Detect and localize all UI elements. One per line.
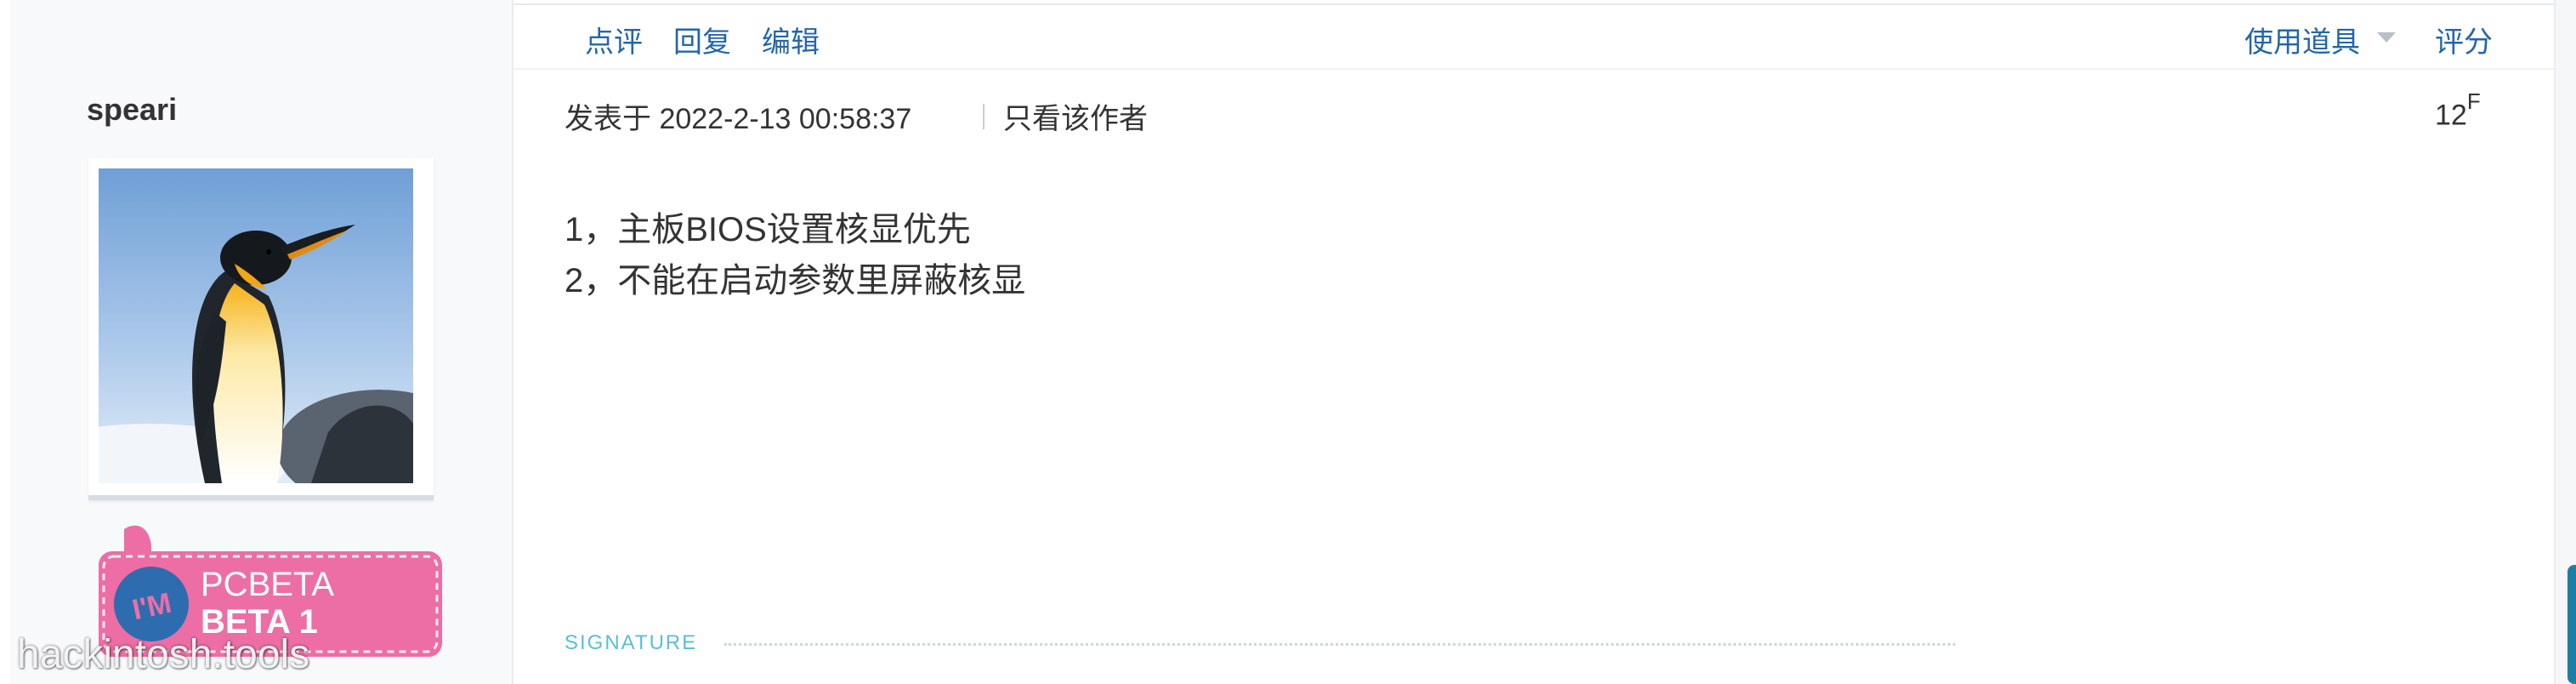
- rate-link[interactable]: 评分: [2435, 19, 2493, 60]
- post-page: speari I'M PCBETA BETA 1 hackintosh.tool…: [0, 0, 2576, 684]
- comment-link[interactable]: 点评: [585, 19, 643, 60]
- avatar[interactable]: [99, 168, 413, 483]
- penguin-avatar-image: [99, 168, 413, 483]
- badge-line1: PCBETA: [201, 566, 334, 603]
- use-tools-link[interactable]: 使用道具: [2244, 19, 2360, 60]
- chevron-down-icon[interactable]: [2377, 32, 2396, 43]
- post-line: 1，主板BIOS设置核显优先: [565, 211, 971, 248]
- author-sidebar: speari I'M PCBETA BETA 1 hackintosh.tool…: [10, 0, 513, 684]
- floor-number[interactable]: 12F: [2435, 88, 2481, 132]
- signature-label: SIGNATURE: [565, 631, 698, 654]
- edit-link[interactable]: 编辑: [762, 19, 820, 60]
- signature-divider: [724, 643, 1955, 646]
- side-floating-tab[interactable]: [2567, 565, 2576, 684]
- only-author-link[interactable]: 只看该作者: [1003, 95, 1148, 137]
- post-timestamp: 发表于 2022-2-13 00:58:37: [565, 103, 912, 135]
- floor-number-value: 12: [2435, 99, 2467, 132]
- reply-link[interactable]: 回复: [673, 19, 731, 60]
- floor-suffix: F: [2466, 88, 2481, 114]
- watermark-text: hackintosh.tools: [17, 632, 310, 677]
- post-action-bar: 点评 回复 编辑 使用道具 评分: [513, 3, 2554, 70]
- avatar-frame: [88, 158, 434, 500]
- meta-divider: [983, 104, 984, 129]
- author-name[interactable]: speari: [87, 92, 177, 128]
- post-content: 1，主板BIOS设置核显优先 2，不能在启动参数里屏蔽核显: [565, 204, 1025, 306]
- post-body: 点评 回复 编辑 使用道具 评分 发表于 2022-2-13 00:58:37 …: [513, 0, 2554, 684]
- post-line: 2，不能在启动参数里屏蔽核显: [565, 262, 1026, 299]
